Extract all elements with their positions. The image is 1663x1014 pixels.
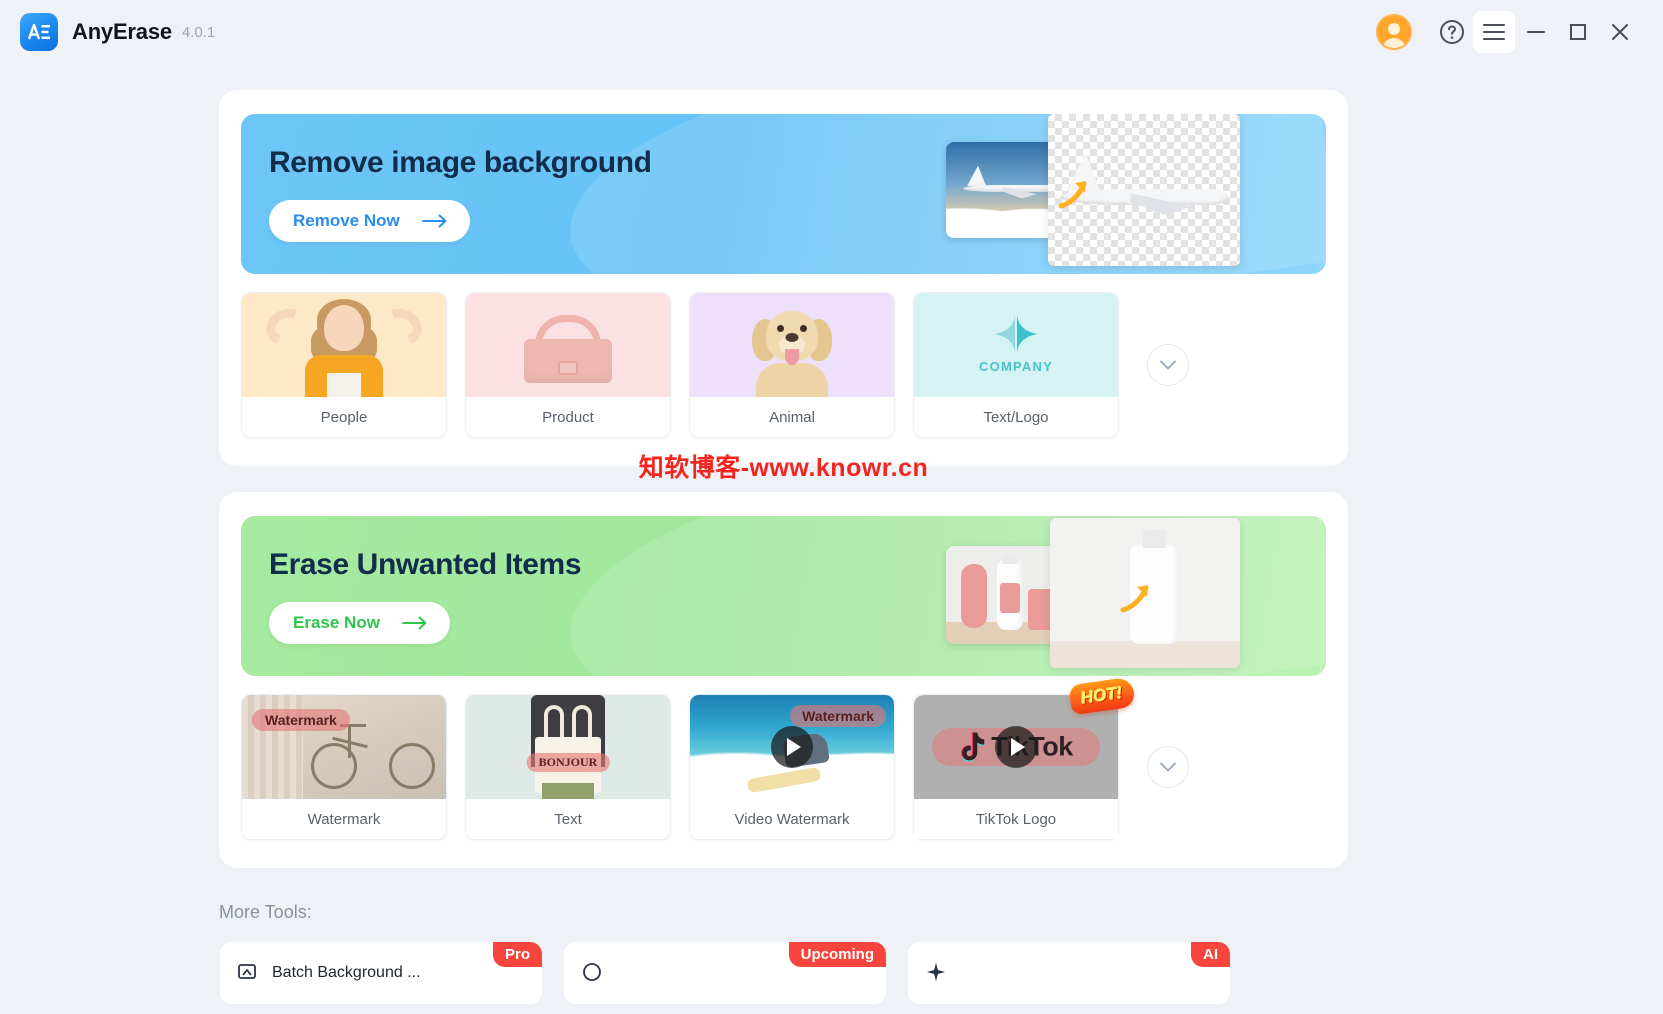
- user-avatar-button[interactable]: [1373, 11, 1415, 53]
- bonjour-overlay-text: BONJOUR: [526, 753, 610, 772]
- remove-background-banner[interactable]: Remove image background Remove Now: [241, 114, 1326, 274]
- app-title: AnyErase: [72, 19, 172, 44]
- company-diamond-icon: [994, 313, 1038, 355]
- app-version: 4.0.1: [181, 23, 216, 41]
- close-button[interactable]: [1599, 11, 1641, 53]
- card-label: People: [242, 397, 446, 437]
- tool-name: Batch Background ...: [272, 964, 421, 981]
- site-watermark: 知软博客-www.knowr.cn: [219, 448, 1348, 484]
- erase-now-label: Erase Now: [293, 613, 380, 632]
- app-logo: [20, 13, 58, 51]
- tool-card-upcoming[interactable]: Upcoming: [563, 941, 887, 1005]
- card-label: TikTok Logo: [914, 799, 1118, 839]
- text-logo-thumbnail: COMPANY: [914, 293, 1118, 397]
- card-label: Text: [466, 799, 670, 839]
- ae-logo-icon: [27, 23, 50, 40]
- main-content: Remove image background Remove Now Peopl…: [0, 64, 1663, 1014]
- people-thumbnail: [242, 293, 446, 397]
- card-product[interactable]: Product: [465, 292, 671, 438]
- tool-card-ai[interactable]: AI: [907, 941, 1231, 1005]
- remove-now-label: Remove Now: [293, 211, 400, 230]
- arrow-right-icon: [421, 214, 447, 228]
- tool-badge: AI: [1191, 942, 1230, 967]
- close-icon: [1612, 24, 1628, 40]
- banner-title: Erase Unwanted Items: [269, 548, 582, 581]
- minimize-icon: [1527, 31, 1545, 33]
- hot-badge: HOT!: [1068, 676, 1136, 716]
- remove-now-button[interactable]: Remove Now: [269, 200, 470, 242]
- section-erase-items: Erase Unwanted Items Erase Now Watermark…: [219, 492, 1348, 868]
- site-watermark-text: 知软博客-www.knowr.cn: [638, 454, 929, 482]
- card-watermark[interactable]: Watermark Watermark: [241, 694, 447, 840]
- menu-button[interactable]: [1473, 11, 1515, 53]
- airplane-shape: [963, 165, 1058, 202]
- ai-sparkle-icon: [927, 963, 945, 981]
- expand-remove-background-button[interactable]: [1147, 344, 1189, 386]
- card-text-logo[interactable]: COMPANY Text/Logo: [913, 292, 1119, 438]
- card-label: Watermark: [242, 799, 446, 839]
- more-tools-row: Batch Background ... Pro Upcoming AI: [219, 941, 1663, 1005]
- chevron-down-icon: [1160, 762, 1176, 772]
- card-video-watermark[interactable]: Watermark Video Watermark: [689, 694, 895, 840]
- transform-arrow-icon: [1058, 181, 1087, 209]
- help-circle-icon: [1440, 20, 1464, 44]
- maximize-icon: [1570, 24, 1586, 40]
- card-text[interactable]: BONJOUR Text: [465, 694, 671, 840]
- banner-text-block: Erase Unwanted Items Erase Now: [241, 548, 582, 644]
- video-watermark-thumbnail: Watermark: [690, 695, 894, 799]
- upcoming-tool-icon: [583, 963, 601, 981]
- hamburger-icon: [1483, 24, 1505, 40]
- more-tools-label: More Tools:: [219, 902, 312, 922]
- watermark-thumbnail: Watermark: [242, 695, 446, 799]
- tiktok-note-icon: [961, 732, 985, 761]
- arrow-right-icon: [401, 616, 427, 630]
- tool-badge: Pro: [492, 942, 542, 967]
- help-button[interactable]: [1431, 11, 1473, 53]
- play-icon[interactable]: [995, 726, 1037, 768]
- expand-erase-items-button[interactable]: [1147, 746, 1189, 788]
- watermark-overlay-text: Watermark: [252, 709, 350, 731]
- banner-artwork-product: [938, 516, 1240, 676]
- tool-badge: Upcoming: [788, 942, 886, 967]
- banner-text-block: Remove image background Remove Now: [241, 146, 652, 242]
- section-remove-background: Remove image background Remove Now Peopl…: [219, 90, 1348, 482]
- card-animal[interactable]: Animal: [689, 292, 895, 438]
- banner-artwork-airplane: [938, 114, 1240, 274]
- card-people[interactable]: People: [241, 292, 447, 438]
- play-icon[interactable]: [771, 726, 813, 768]
- minimize-button[interactable]: [1515, 11, 1557, 53]
- remove-background-card-row: People Product Animal COMPANY Text/Logo: [241, 292, 1326, 438]
- title-bar: AnyErase 4.0.1: [0, 0, 1663, 64]
- erase-items-banner[interactable]: Erase Unwanted Items Erase Now: [241, 516, 1326, 676]
- batch-background-icon: [238, 964, 256, 979]
- product-thumbnail: [466, 293, 670, 397]
- animal-thumbnail: [690, 293, 894, 397]
- card-label: Product: [466, 397, 670, 437]
- card-label: Video Watermark: [690, 799, 894, 839]
- maximize-button[interactable]: [1557, 11, 1599, 53]
- card-label: Text/Logo: [914, 397, 1118, 437]
- erase-items-card-row: Watermark Watermark BONJOUR Text Waterma…: [241, 676, 1326, 840]
- tiktok-thumbnail: TikTok HOT!: [914, 676, 1136, 799]
- erase-now-button[interactable]: Erase Now: [269, 602, 450, 644]
- transform-arrow-icon: [1120, 585, 1149, 613]
- banner-title: Remove image background: [269, 146, 652, 179]
- watermark-overlay-text: Watermark: [790, 705, 886, 727]
- text-thumbnail: BONJOUR: [466, 695, 670, 799]
- company-overlay-text: COMPANY: [979, 359, 1053, 374]
- avatar-icon: [1376, 14, 1412, 50]
- chevron-down-icon: [1160, 360, 1176, 370]
- tool-card-batch-background[interactable]: Batch Background ... Pro: [219, 941, 543, 1005]
- card-label: Animal: [690, 397, 894, 437]
- card-tiktok-logo[interactable]: TikTok HOT! TikTok Logo: [913, 676, 1136, 840]
